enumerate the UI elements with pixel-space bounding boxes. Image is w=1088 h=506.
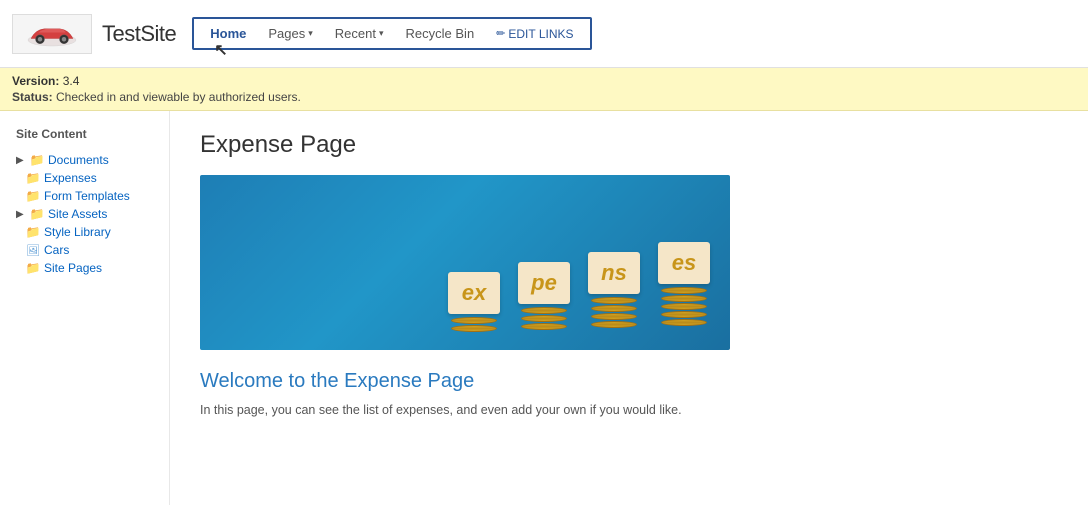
coin [521, 315, 567, 322]
header: TestSite Home ↖ Pages ▾ Recent ▾ Recycle… [0, 0, 1088, 68]
folder-icon: 📁 [30, 153, 44, 167]
sidebar-item-documents[interactable]: ▶ 📁 Documents [16, 151, 161, 169]
folder-icon: 📁 [26, 225, 40, 239]
coin [661, 303, 707, 310]
pages-arrow: ▾ [308, 28, 313, 39]
coin [521, 323, 567, 330]
style-library-link[interactable]: Style Library [44, 225, 111, 239]
coin [661, 311, 707, 318]
sidebar-item-site-pages[interactable]: 📁 Site Pages [16, 259, 161, 277]
coin [451, 317, 497, 324]
sidebar-item-expenses[interactable]: 📁 Expenses [16, 169, 161, 187]
site-assets-link[interactable]: Site Assets [48, 207, 107, 221]
form-templates-link[interactable]: Form Templates [44, 189, 130, 203]
letter-block-ns: ns [588, 252, 640, 294]
coin-stack-ex: ex [448, 272, 500, 335]
sidebar-item-site-assets[interactable]: ▶ 📁 Site Assets [16, 205, 161, 223]
recent-arrow: ▾ [379, 28, 384, 39]
site-pages-link[interactable]: Site Pages [44, 261, 102, 275]
coin-stack-es: es [658, 242, 710, 335]
version-value: 3.4 [63, 74, 80, 88]
coin [661, 319, 707, 326]
status-value: Checked in and viewable by authorized us… [56, 90, 301, 104]
coin [591, 305, 637, 312]
status-line: Status: Checked in and viewable by autho… [12, 90, 1076, 104]
coin-stack-pe: pe [518, 262, 570, 335]
page-title: Expense Page [200, 131, 1058, 159]
site-title: TestSite [102, 21, 176, 47]
sidebar-item-form-templates[interactable]: 📁 Form Templates [16, 187, 161, 205]
letter-block-ex: ex [448, 272, 500, 314]
coin [661, 287, 707, 294]
letter-block-pe: pe [518, 262, 570, 304]
expand-icon: ▶ [16, 209, 26, 220]
nav-item-recycle-bin[interactable]: Recycle Bin [396, 21, 485, 46]
nav-item-home[interactable]: Home ↖ [200, 21, 256, 46]
sidebar-title: Site Content [16, 127, 161, 141]
version-line: Version: 3.4 [12, 74, 1076, 88]
welcome-title: Welcome to the Expense Page [200, 370, 1058, 393]
coins-ns [591, 297, 637, 335]
letter-block-es: es [658, 242, 710, 284]
coin-stack-ns: ns [588, 252, 640, 335]
main-layout: Site Content ▶ 📁 Documents 📁 Expenses 📁 … [0, 111, 1088, 505]
pencil-icon: ✏ [496, 27, 505, 40]
nav-item-edit-links[interactable]: ✏ EDIT LINKS [486, 22, 583, 46]
coin [591, 321, 637, 328]
coin [521, 307, 567, 314]
nav-item-recent[interactable]: Recent ▾ [325, 21, 394, 46]
documents-link[interactable]: Documents [48, 153, 109, 167]
version-label: Version: [12, 74, 59, 88]
nav-item-pages[interactable]: Pages ▾ [258, 21, 322, 46]
folder-icon: 📁 [30, 207, 44, 221]
coins-pe [521, 307, 567, 335]
logo-area: TestSite [12, 14, 176, 54]
status-label: Status: [12, 90, 53, 104]
site-logo [12, 14, 92, 54]
coin [591, 297, 637, 304]
status-bar: Version: 3.4 Status: Checked in and view… [0, 68, 1088, 111]
welcome-text: In this page, you can see the list of ex… [200, 401, 1058, 420]
coins-es [661, 287, 707, 335]
sidebar-item-style-library[interactable]: 📁 Style Library [16, 223, 161, 241]
cursor-icon: ↖ [214, 40, 227, 60]
hero-image: ex pe ns [200, 175, 730, 350]
sidebar-item-cars[interactable]: 🖼 Cars [16, 241, 161, 259]
content-area: Expense Page ex pe [170, 111, 1088, 505]
coin [661, 295, 707, 302]
coin [451, 325, 497, 332]
cars-link[interactable]: Cars [44, 243, 69, 257]
folder-icon: 📁 [26, 189, 40, 203]
image-icon: 🖼 [26, 243, 40, 257]
folder-icon: 📁 [26, 261, 40, 275]
folder-icon: 📁 [26, 171, 40, 185]
sidebar: Site Content ▶ 📁 Documents 📁 Expenses 📁 … [0, 111, 170, 505]
coin [591, 313, 637, 320]
nav-bar: Home ↖ Pages ▾ Recent ▾ Recycle Bin ✏ ED… [192, 17, 591, 50]
expenses-link[interactable]: Expenses [44, 171, 97, 185]
coin-stacks: ex pe ns [448, 242, 710, 335]
coins-ex [451, 317, 497, 335]
expand-icon: ▶ [16, 155, 26, 166]
